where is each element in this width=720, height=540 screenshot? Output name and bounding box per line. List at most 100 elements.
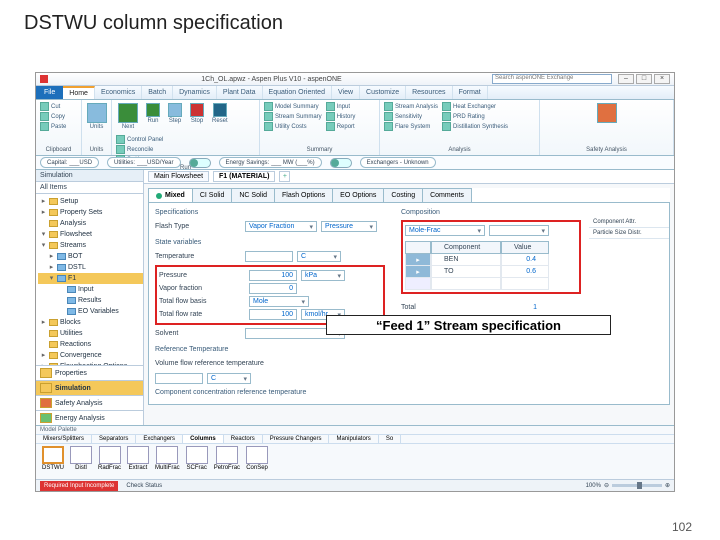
utilities-pill[interactable]: Utilities:___USD/Year xyxy=(107,157,180,168)
reconcile-button[interactable]: Reconcile xyxy=(116,145,163,154)
reset-button[interactable]: Reset xyxy=(210,102,230,125)
zoom-control[interactable]: 100% ⊖⊕ xyxy=(586,482,670,489)
palette-item-dstwu[interactable]: DSTWU xyxy=(42,446,64,471)
tree-node[interactable]: ▸Property Sets xyxy=(38,207,143,218)
run-button[interactable]: Run xyxy=(144,102,162,125)
palette-tab-manip[interactable]: Manipulators xyxy=(329,435,378,443)
comp-basis-select[interactable]: Mole-Frac▾ xyxy=(405,225,485,236)
minimize-button[interactable]: – xyxy=(618,74,634,84)
bc-flowsheet[interactable]: Main Flowsheet xyxy=(148,171,209,182)
stop-button[interactable]: Stop xyxy=(188,102,206,125)
vfrac-input[interactable]: 0 xyxy=(249,283,297,294)
palette-tab-pressure[interactable]: Pressure Changers xyxy=(263,435,330,443)
flash-type-select1[interactable]: Vapor Fraction▾ xyxy=(245,221,317,232)
tree-node[interactable]: Utilities xyxy=(38,328,143,339)
tree-node[interactable]: ▸BOT xyxy=(38,251,143,262)
comp-cell[interactable]: TO xyxy=(431,266,501,278)
close-button[interactable]: × xyxy=(654,74,670,84)
palette-tab-exchangers[interactable]: Exchangers xyxy=(136,435,183,443)
units-button[interactable]: Units xyxy=(86,102,107,131)
maximize-button[interactable]: □ xyxy=(636,74,652,84)
capital-pill[interactable]: Capital:___USD xyxy=(40,157,99,168)
tab-format[interactable]: Format xyxy=(453,86,488,99)
comp-row[interactable]: ▸ BEN 0.4 xyxy=(405,254,577,266)
flare-button[interactable]: Flare System xyxy=(384,122,438,131)
comp-value[interactable]: 0.6 xyxy=(501,266,549,278)
tree-node[interactable]: ▾F1 xyxy=(38,273,143,284)
palette-item-distl[interactable]: Distl xyxy=(70,446,92,471)
tab-eo[interactable]: Equation Oriented xyxy=(263,86,332,99)
tab-cisolid[interactable]: CI Solid xyxy=(192,188,233,202)
tree-node[interactable]: ▸Convergence xyxy=(38,350,143,361)
prd-button[interactable]: PRD Rating xyxy=(442,112,508,121)
tab-ncsolid[interactable]: NC Solid xyxy=(231,188,275,202)
stream-analysis-button[interactable]: Stream Analysis xyxy=(384,102,438,111)
zoom-slider[interactable] xyxy=(612,484,662,487)
palette-item-radfrac[interactable]: RadFrac xyxy=(98,446,121,471)
copy-button[interactable]: Copy xyxy=(40,112,65,121)
tab-dynamics[interactable]: Dynamics xyxy=(173,86,217,99)
tree-node[interactable]: ▾Flowsheet xyxy=(38,229,143,240)
tab-economics[interactable]: Economics xyxy=(95,86,142,99)
next-button[interactable]: Next xyxy=(116,102,140,131)
tab-view[interactable]: View xyxy=(332,86,360,99)
palette-tab-columns[interactable]: Columns xyxy=(183,435,224,443)
tree-node[interactable]: Results xyxy=(38,295,143,306)
tab-mixed[interactable]: Mixed xyxy=(148,188,193,202)
report-button[interactable]: Report xyxy=(326,122,356,131)
tab-batch[interactable]: Batch xyxy=(142,86,173,99)
comp-basis-unit[interactable]: ▾ xyxy=(489,225,549,236)
palette-item-consep[interactable]: ConSep xyxy=(246,446,268,471)
safety-button[interactable] xyxy=(544,102,669,124)
tree-node[interactable]: ▸Setup xyxy=(38,196,143,207)
ref-vol-input[interactable] xyxy=(155,373,203,384)
step-button[interactable]: Step xyxy=(166,102,184,125)
tree-node[interactable]: Analysis xyxy=(38,218,143,229)
tree-node[interactable]: ▾Streams xyxy=(38,240,143,251)
comp-value[interactable]: 0.4 xyxy=(501,254,549,266)
particle-size-button[interactable]: Particle Size Distr. xyxy=(589,228,669,239)
sensitivity-button[interactable]: Sensitivity xyxy=(384,112,438,121)
tree-node[interactable]: ▸DSTL xyxy=(38,262,143,273)
filter-select[interactable]: All Items xyxy=(36,182,143,194)
control-panel-button[interactable]: Control Panel xyxy=(116,135,163,144)
comp-row[interactable]: ▸ TO 0.6 xyxy=(405,266,577,278)
temperature-unit[interactable]: C▾ xyxy=(297,251,341,262)
stream-summary-button[interactable]: Stream Summary xyxy=(264,112,322,121)
paste-button[interactable]: Paste xyxy=(40,122,66,131)
energy-section[interactable]: Energy Analysis xyxy=(36,410,143,425)
heat-exch-button[interactable]: Heat Exchanger xyxy=(442,102,508,111)
comp-row-empty[interactable] xyxy=(405,278,577,290)
pressure-input[interactable]: 100 xyxy=(249,270,297,281)
safety-section[interactable]: Safety Analysis xyxy=(36,395,143,410)
flow-rate-input[interactable]: 100 xyxy=(249,309,297,320)
exch-pill[interactable]: Exchangers - Unknown xyxy=(360,157,436,168)
tree-node[interactable]: Reactions xyxy=(38,339,143,350)
econ-toggle[interactable] xyxy=(189,158,211,168)
simulation-section[interactable]: Simulation xyxy=(36,380,143,395)
dist-synth-button[interactable]: Distillation Synthesis xyxy=(442,122,508,131)
add-tab-button[interactable]: + xyxy=(279,171,290,182)
status-required[interactable]: Required Input Incomplete xyxy=(40,481,118,491)
flash-type-select2[interactable]: Pressure▾ xyxy=(321,221,377,232)
energy-toggle[interactable] xyxy=(330,158,352,168)
tab-home[interactable]: Home xyxy=(63,86,95,99)
search-input[interactable]: Search aspenONE Exchange xyxy=(492,74,612,84)
palette-tab-reactors[interactable]: Reactors xyxy=(224,435,263,443)
tree-node[interactable]: EO Variables xyxy=(38,306,143,317)
history-button[interactable]: History xyxy=(326,112,356,121)
tab-comments[interactable]: Comments xyxy=(422,188,472,202)
comp-cell[interactable]: BEN xyxy=(431,254,501,266)
tab-resources[interactable]: Resources xyxy=(406,86,452,99)
pressure-unit[interactable]: kPa▾ xyxy=(301,270,345,281)
input-button[interactable]: Input xyxy=(326,102,356,111)
bc-stream[interactable]: F1 (MATERIAL) xyxy=(213,171,275,182)
file-menu[interactable]: File xyxy=(36,86,63,99)
ref-vol-unit[interactable]: C▾ xyxy=(207,373,251,384)
palette-item-multifrac[interactable]: MultiFrac xyxy=(155,446,180,471)
check-status-button[interactable]: Check Status xyxy=(126,483,162,489)
tab-flash[interactable]: Flash Options xyxy=(274,188,333,202)
energy-pill[interactable]: Energy Savings:___ MW (___%) xyxy=(219,157,322,168)
palette-item-scfrac[interactable]: SCFrac xyxy=(186,446,208,471)
tab-costing[interactable]: Costing xyxy=(383,188,423,202)
